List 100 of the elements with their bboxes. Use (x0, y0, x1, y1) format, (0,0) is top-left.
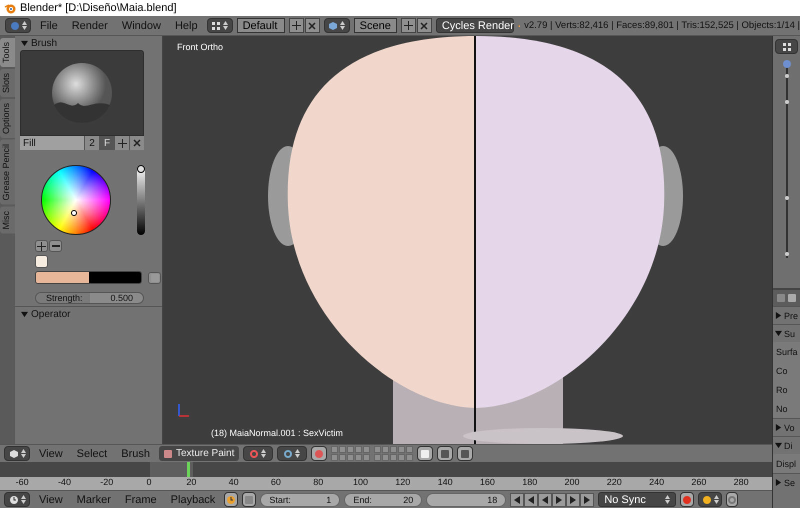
expanded-triangle-icon[interactable] (775, 330, 782, 337)
render-button[interactable] (436, 446, 453, 461)
collapsed-triangle-icon[interactable] (775, 424, 782, 431)
editor-type-button[interactable] (4, 492, 30, 507)
frame-tick-label: 200 (563, 477, 581, 489)
end-frame-field[interactable]: End: 20 (344, 492, 422, 506)
keying-dropdown[interactable] (698, 492, 722, 507)
record-button[interactable] (680, 492, 694, 507)
menu-item[interactable]: Frame (120, 494, 162, 506)
add-button[interactable] (400, 18, 416, 33)
panel-title: Operator (31, 308, 70, 320)
value-slider-handle[interactable] (137, 165, 145, 173)
tool-tab[interactable]: Grease Pencil (0, 140, 15, 205)
delete-button[interactable] (416, 18, 432, 33)
menu-item[interactable]: Render (66, 20, 113, 32)
keying-set-button[interactable] (726, 492, 738, 507)
menu-item[interactable]: View (34, 448, 68, 460)
strength-slider[interactable]: Strength: 0.500 (35, 292, 144, 304)
menu-item[interactable]: Help (170, 20, 203, 32)
axis-icon (177, 402, 191, 418)
tool-tab[interactable]: Tools (0, 38, 15, 68)
menu-item[interactable]: Brush (116, 448, 155, 460)
menu-item[interactable]: Marker (72, 494, 116, 506)
remove-button[interactable] (49, 240, 62, 252)
lock-button[interactable] (242, 492, 256, 507)
plus-icon (118, 138, 126, 148)
display-mode-button[interactable] (775, 39, 798, 54)
menu-item[interactable]: Select (72, 448, 112, 460)
scene-type-button[interactable] (324, 18, 350, 33)
menu-item[interactable]: View (34, 494, 68, 506)
collapsed-triangle-icon[interactable] (775, 312, 782, 319)
jump-start-button[interactable] (510, 492, 524, 506)
palette-color-swatch[interactable] (35, 255, 48, 268)
copy-button[interactable] (416, 446, 433, 461)
brush-color-swatch[interactable] (88, 272, 141, 283)
expanded-triangle-icon[interactable] (775, 442, 782, 449)
layout-type-button[interactable] (206, 18, 233, 33)
brush-preview[interactable] (20, 50, 144, 136)
value-slider[interactable] (137, 165, 145, 235)
layout-field[interactable]: Default (236, 18, 285, 33)
shading-dropdown[interactable] (242, 446, 273, 461)
next-key-icon (569, 496, 578, 504)
prev-key-button[interactable] (524, 492, 538, 506)
users-count: 2 (84, 136, 99, 150)
clock-icon (226, 494, 236, 504)
frame-tick-label: 40 (228, 477, 240, 489)
expanded-triangle-icon[interactable] (21, 310, 28, 318)
jump-end-button[interactable] (580, 492, 594, 506)
jump-end-icon (583, 496, 592, 504)
color-picker-handle[interactable] (71, 210, 77, 216)
reverse-play-button[interactable] (538, 492, 552, 506)
pivot-dropdown[interactable] (276, 446, 307, 461)
editor-type-button[interactable] (5, 18, 31, 33)
panel-title: Vo (784, 422, 795, 432)
start-frame-field[interactable]: Start: 1 (260, 492, 340, 506)
property-label: Co (776, 366, 788, 376)
delete-button[interactable] (129, 136, 144, 150)
swap-colors-button[interactable] (148, 272, 161, 284)
render-animation-button[interactable] (456, 446, 473, 461)
record-icon (682, 494, 692, 504)
scene-statistics: v2.79 | Verts:82,416 | Faces:89,801 | Tris:152,525 | Objects:1/14 | (524, 20, 800, 31)
current-frame-field[interactable]: 18 (426, 492, 506, 506)
manipulator-button[interactable] (310, 446, 327, 461)
play-button[interactable] (552, 492, 566, 506)
view-label: Front Ortho (177, 42, 224, 52)
add-button[interactable] (288, 18, 304, 33)
updown-arrows-icon (20, 495, 26, 504)
frame-tick-label: 120 (394, 477, 412, 489)
timeline-track[interactable] (0, 462, 772, 477)
brush-color-swatch[interactable] (36, 272, 88, 283)
tool-tab[interactable]: Misc (0, 206, 15, 234)
editor-type-button[interactable] (4, 446, 30, 461)
expanded-triangle-icon[interactable] (21, 40, 28, 46)
layout-icon (211, 20, 222, 30)
playhead[interactable] (186, 462, 190, 477)
brush-name-field[interactable]: Fill (20, 136, 84, 150)
menu-item[interactable]: File (35, 20, 63, 32)
next-key-button[interactable] (566, 492, 580, 506)
scene-field[interactable]: Scene (354, 18, 397, 33)
mode-dropdown[interactable]: Texture Paint (158, 446, 239, 461)
close-icon (133, 139, 141, 147)
delete-button[interactable] (304, 18, 320, 33)
object-label: (18) MaiaNormal.001 : SexVictim (211, 428, 343, 438)
close-icon (308, 22, 316, 30)
add-button[interactable] (35, 240, 48, 252)
frame-tick-label: 80 (312, 477, 324, 489)
menu-item[interactable]: Window (116, 20, 166, 32)
play-icon (555, 496, 564, 504)
collapsed-triangle-icon[interactable] (775, 479, 782, 486)
sync-dropdown[interactable]: No Sync (598, 492, 676, 507)
menu-item[interactable]: Playback (166, 494, 220, 506)
preview-range-button[interactable] (224, 492, 238, 507)
strength-value: 0.500 (110, 293, 133, 303)
tool-tab[interactable]: Options (0, 99, 15, 138)
render-engine-dropdown[interactable]: Cycles Render (436, 18, 514, 33)
tool-tab[interactable]: Slots (0, 69, 15, 98)
fake-user-button[interactable]: F (99, 136, 114, 150)
add-button[interactable] (114, 136, 129, 150)
frame-tick-label: -20 (99, 477, 114, 489)
updown-arrows-icon (261, 449, 266, 458)
